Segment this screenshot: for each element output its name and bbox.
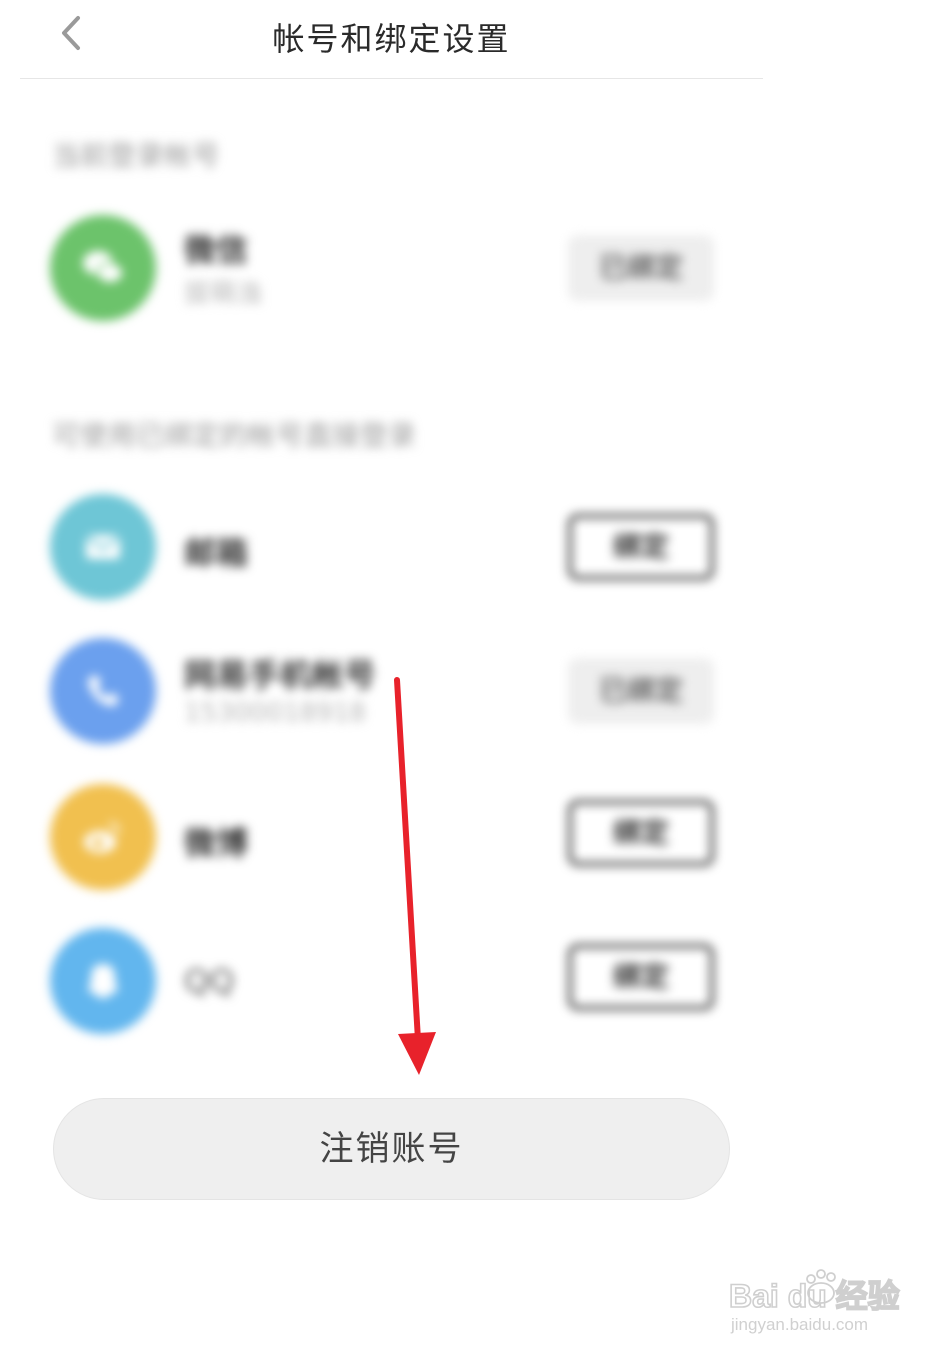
top-bar: 帐号和绑定设置 (20, 0, 763, 79)
baidu-paw-logo: Bai du 经验 (728, 1269, 900, 1315)
account-row-phone: 网易手机帐号 15300018918 已绑定 (0, 638, 760, 748)
wechat-icon (83, 251, 124, 284)
account-name: 微博 (184, 824, 249, 862)
account-nickname: 拔萌浊 (184, 279, 263, 309)
account-row-qq: QQ 绑定 (0, 928, 760, 1038)
baidu-jingyan-watermark: Bai du 经验 jingyan.baidu.com (725, 1255, 925, 1345)
weibo-avatar (50, 784, 156, 890)
section-label-current-login: 当前登录帐号 (52, 139, 221, 172)
account-row-email: 邮箱 绑定 (0, 494, 760, 604)
account-row-weibo: 微博 绑定 (0, 784, 760, 894)
mail-icon (85, 534, 121, 559)
phone-icon (88, 676, 118, 706)
weibo-bind-button[interactable]: 绑定 (568, 800, 714, 866)
email-avatar (50, 494, 156, 600)
email-bind-button[interactable]: 绑定 (568, 514, 714, 580)
watermark-url: jingyan.baidu.com (731, 1315, 869, 1334)
qq-bind-button[interactable]: 绑定 (568, 944, 714, 1010)
qq-icon (88, 964, 118, 998)
page-title: 帐号和绑定设置 (272, 20, 511, 58)
deactivate-account-button[interactable]: 注销账号 (53, 1098, 730, 1200)
svg-text:Bai du 经验: Bai du 经验 (729, 1278, 900, 1314)
account-row-wechat: 微信 拔萌浊 已绑定 (0, 215, 760, 325)
section-label-bindable: 可使用已绑定的帐号直接登录 (52, 419, 417, 452)
account-list: 当前登录帐号 微信 拔萌浊 已绑定 可使用已绑定的帐号直接登录 邮箱 绑定 网易… (0, 90, 950, 1080)
wechat-bound-button[interactable]: 已绑定 (568, 235, 714, 301)
wechat-avatar (50, 215, 156, 321)
phone-avatar (50, 638, 156, 744)
account-name: 邮箱 (184, 534, 249, 572)
weibo-icon (84, 822, 120, 853)
account-name: QQ (184, 962, 235, 1000)
qq-avatar (50, 928, 156, 1034)
account-name: 微信 (184, 231, 249, 269)
account-name: 网易手机帐号 (184, 656, 377, 694)
account-phone-number: 15300018918 (184, 698, 366, 728)
phone-bound-button[interactable]: 已绑定 (568, 658, 714, 724)
